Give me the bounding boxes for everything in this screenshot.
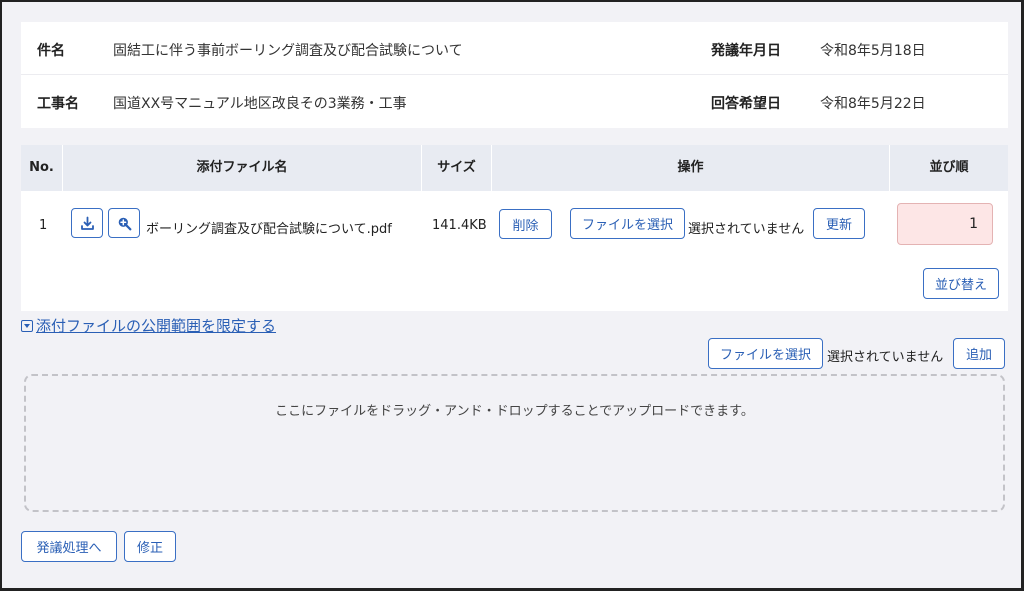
file-size: 141.4KB <box>432 218 487 233</box>
submit-proposal-button[interactable]: 発議処理へ <box>21 531 117 562</box>
request-info-panel: 件名 固結工に伴う事前ボーリング調査及び配合試験について 発議年月日 令和8年5… <box>21 22 1008 128</box>
order-input[interactable]: 1 <box>897 203 993 245</box>
limit-scope-link[interactable]: 添付ファイルの公開範囲を限定する <box>21 315 276 336</box>
edit-button[interactable]: 修正 <box>124 531 176 562</box>
project-value: 国道XX号マニュアル地区改良その3業務・工事 <box>113 96 407 112</box>
zoom-in-icon <box>118 217 132 231</box>
download-button[interactable] <box>71 208 103 238</box>
limit-scope-link-label: 添付ファイルの公開範囲を限定する <box>36 317 277 335</box>
header-order: 並び順 <box>929 160 969 175</box>
preview-button[interactable] <box>108 208 140 238</box>
reorder-button[interactable]: 並び替え <box>923 268 999 299</box>
header-no: No. <box>21 145 63 191</box>
toggle-down-icon <box>21 320 33 332</box>
project-label: 工事名 <box>37 96 79 112</box>
file-name: ボーリング調査及び配合試験について.pdf <box>146 222 392 237</box>
info-row-project: 工事名 国道XX号マニュアル地区改良その3業務・工事 回答希望日 令和8年5月2… <box>21 75 1008 128</box>
update-button[interactable]: 更新 <box>813 208 865 239</box>
row-no: 1 <box>39 218 48 233</box>
info-row-subject: 件名 固結工に伴う事前ボーリング調査及び配合試験について 発議年月日 令和8年5… <box>21 22 1008 75</box>
attachments-table: No. 添付ファイル名 サイズ 操作 並び順 1 ボーリング調査及び配合試験につ… <box>21 145 1008 311</box>
upload-choose-file-button[interactable]: ファイルを選択 <box>708 338 823 369</box>
header-operation: 操作 <box>492 145 890 191</box>
row-choose-file-button[interactable]: ファイルを選択 <box>570 208 685 239</box>
table-header: No. 添付ファイル名 サイズ 操作 並び順 <box>21 145 1008 191</box>
subject-value: 固結工に伴う事前ボーリング調査及び配合試験について <box>113 43 463 59</box>
reply-date-value: 令和8年5月22日 <box>820 96 926 112</box>
issue-date-label: 発議年月日 <box>711 43 781 59</box>
issue-date-value: 令和8年5月18日 <box>820 43 926 59</box>
row-choose-file-status: 選択されていません <box>688 222 805 237</box>
header-size: サイズ <box>422 145 492 191</box>
subject-label: 件名 <box>37 43 65 59</box>
page-frame: 件名 固結工に伴う事前ボーリング調査及び配合試験について 発議年月日 令和8年5… <box>0 0 1024 591</box>
upload-choose-file-status: 選択されていません <box>827 350 944 365</box>
add-button[interactable]: 追加 <box>953 338 1005 369</box>
delete-button[interactable]: 削除 <box>499 209 552 239</box>
header-file-name: 添付ファイル名 <box>63 145 422 191</box>
reply-date-label: 回答希望日 <box>711 96 781 112</box>
dropzone-hint: ここにファイルをドラッグ・アンド・ドロップすることでアップロードできます。 <box>275 404 754 419</box>
download-icon <box>81 216 94 230</box>
file-dropzone[interactable]: ここにファイルをドラッグ・アンド・ドロップすることでアップロードできます。 <box>24 374 1005 512</box>
